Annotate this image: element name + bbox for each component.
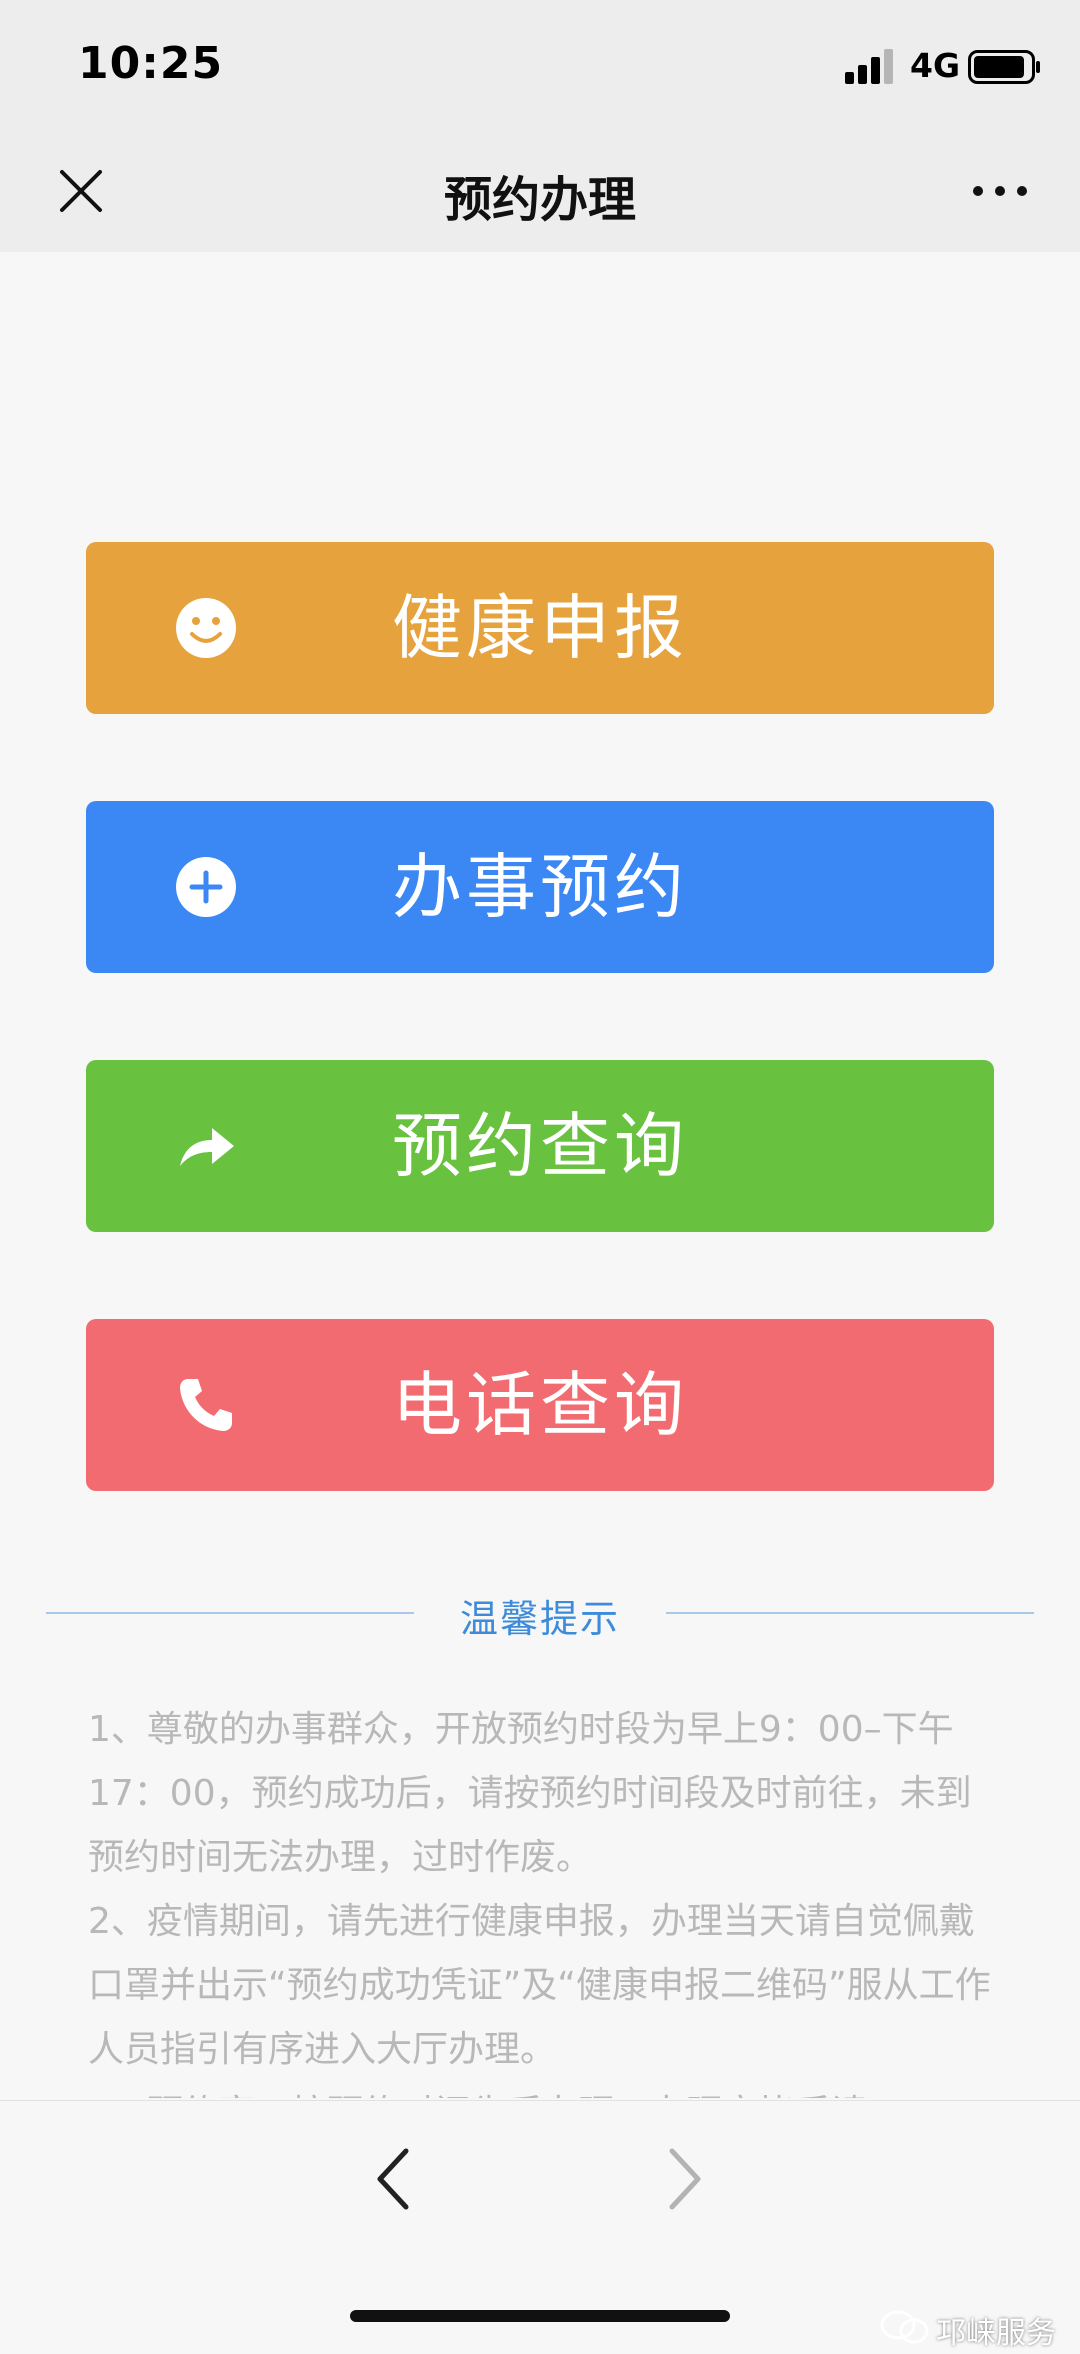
home-indicator [350,2310,730,2322]
tips-body: 1、尊敬的办事群众，开放预约时段为早上9：00–下午17：00，预约成功后，请按… [88,1698,998,2098]
network-label: 4G [910,46,961,85]
appointment-query-label: 预约查询 [392,1105,688,1187]
phone-query-button[interactable]: 电话查询 [86,1319,994,1491]
status-time: 10:25 [78,38,224,89]
page-title: 预约办理 [443,172,636,228]
tips-divider-left [46,1612,414,1614]
bottom-toolbar [0,2100,1080,2340]
health-declaration-label: 健康申报 [392,587,688,669]
battery-icon [968,50,1040,84]
make-appointment-label: 办事预约 [392,846,688,928]
watermark: 邛崃服务 [880,2310,1076,2354]
tip-item: 1、尊敬的办事群众，开放预约时段为早上9：00–下午17：00，预约成功后，请按… [88,1709,972,1878]
tips-divider-right [666,1612,1034,1614]
tips-title: 温馨提示 [459,1597,620,1641]
chevron-left-icon[interactable] [368,2143,418,2215]
phone-query-label: 电话查询 [392,1364,688,1446]
status-bar: 10:25 4G [0,0,1080,130]
chevron-right-icon[interactable] [660,2143,710,2215]
appointment-query-button[interactable]: 预约查询 [86,1060,994,1232]
tip-item: 3、预约窗口按预约时间先后办理，办理完毕后请 [88,2082,998,2098]
nav-bar: 预约办理 [0,130,1080,252]
watermark-text: 邛崃服务 [936,2316,1056,2351]
signal-icon [845,49,893,84]
more-icon[interactable] [970,174,1030,208]
tip-item: 2、疫情期间，请先进行健康申报，办理当天请自觉佩戴口罩并出示“预约成功凭证”及“… [88,1901,991,2070]
health-declaration-button[interactable]: 健康申报 [86,542,994,714]
make-appointment-button[interactable]: 办事预约 [86,801,994,973]
